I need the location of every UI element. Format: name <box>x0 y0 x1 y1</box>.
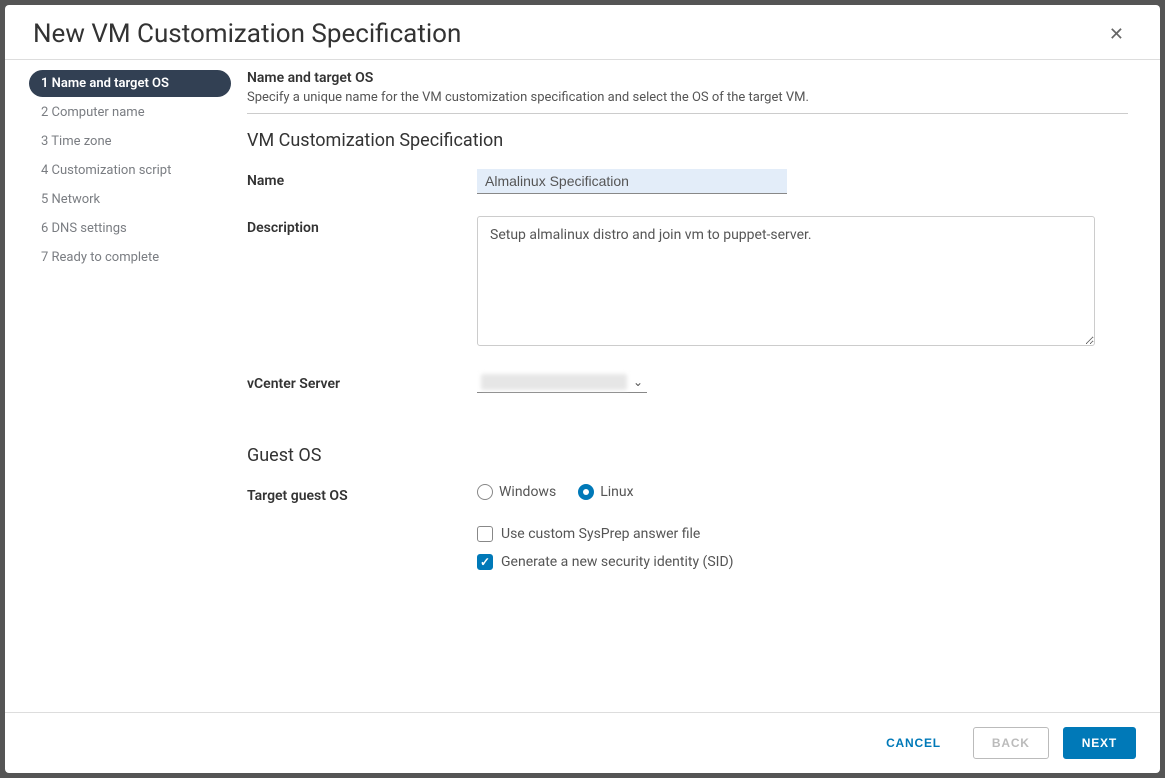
row-options: Use custom SysPrep answer file Generate … <box>247 526 1128 582</box>
chevron-down-icon: ⌄ <box>633 375 643 389</box>
label-target-guest-os: Target guest OS <box>247 484 477 504</box>
wizard-sidebar: 1 Name and target OS 2 Computer name 3 T… <box>29 70 239 712</box>
wizard-content: Name and target OS Specify a unique name… <box>239 70 1136 712</box>
checkbox-row-sid: Generate a new security identity (SID) <box>477 554 1128 570</box>
modal-footer: CANCEL BACK NEXT <box>5 712 1160 773</box>
name-input[interactable] <box>477 169 787 194</box>
step-3-time-zone[interactable]: 3 Time zone <box>29 128 231 155</box>
section-description: Specify a unique name for the VM customi… <box>247 90 1128 105</box>
row-name: Name <box>247 169 1128 194</box>
label-description: Description <box>247 216 477 236</box>
step-6-dns-settings[interactable]: 6 DNS settings <box>29 215 231 242</box>
guest-os-heading: Guest OS <box>247 445 1128 466</box>
label-vcenter: vCenter Server <box>247 372 477 392</box>
vcenter-value-redacted <box>481 374 627 390</box>
checkbox-sysprep-label: Use custom SysPrep answer file <box>501 526 700 542</box>
back-button[interactable]: BACK <box>973 727 1049 759</box>
radio-icon <box>477 484 493 500</box>
section-title: Name and target OS <box>247 70 1128 86</box>
step-2-computer-name[interactable]: 2 Computer name <box>29 99 231 126</box>
radio-windows-label: Windows <box>499 484 556 500</box>
row-vcenter: vCenter Server ⌄ <box>247 372 1128 393</box>
modal-header: New VM Customization Specification ✕ <box>5 5 1160 60</box>
radio-linux-label: Linux <box>600 484 633 500</box>
step-5-network[interactable]: 5 Network <box>29 186 231 213</box>
radio-icon <box>578 484 594 500</box>
modal-body: 1 Name and target OS 2 Computer name 3 T… <box>5 60 1160 712</box>
checkbox-row-sysprep: Use custom SysPrep answer file <box>477 526 1128 542</box>
spec-heading: VM Customization Specification <box>247 130 1128 151</box>
modal-title: New VM Customization Specification <box>33 19 461 49</box>
checkbox-sid-label: Generate a new security identity (SID) <box>501 554 734 570</box>
row-description: Description <box>247 216 1128 350</box>
description-textarea[interactable] <box>477 216 1095 346</box>
modal-new-vm-customization: New VM Customization Specification ✕ 1 N… <box>5 5 1160 773</box>
vcenter-select[interactable]: ⌄ <box>477 372 647 393</box>
next-button[interactable]: NEXT <box>1063 727 1136 759</box>
row-target-guest-os: Target guest OS Windows Linux <box>247 484 1128 504</box>
checkbox-sid[interactable] <box>477 554 493 570</box>
radio-linux[interactable]: Linux <box>578 484 633 500</box>
radio-windows[interactable]: Windows <box>477 484 556 500</box>
cancel-button[interactable]: CANCEL <box>868 728 959 758</box>
close-icon: ✕ <box>1109 24 1124 44</box>
divider <box>247 113 1128 114</box>
close-button[interactable]: ✕ <box>1101 20 1132 49</box>
step-4-customization-script[interactable]: 4 Customization script <box>29 157 231 184</box>
target-os-radio-group: Windows Linux <box>477 484 1128 500</box>
label-name: Name <box>247 169 477 189</box>
step-7-ready-to-complete[interactable]: 7 Ready to complete <box>29 244 231 271</box>
label-empty <box>247 526 477 530</box>
checkbox-sysprep[interactable] <box>477 526 493 542</box>
step-1-name-target-os[interactable]: 1 Name and target OS <box>29 70 231 97</box>
